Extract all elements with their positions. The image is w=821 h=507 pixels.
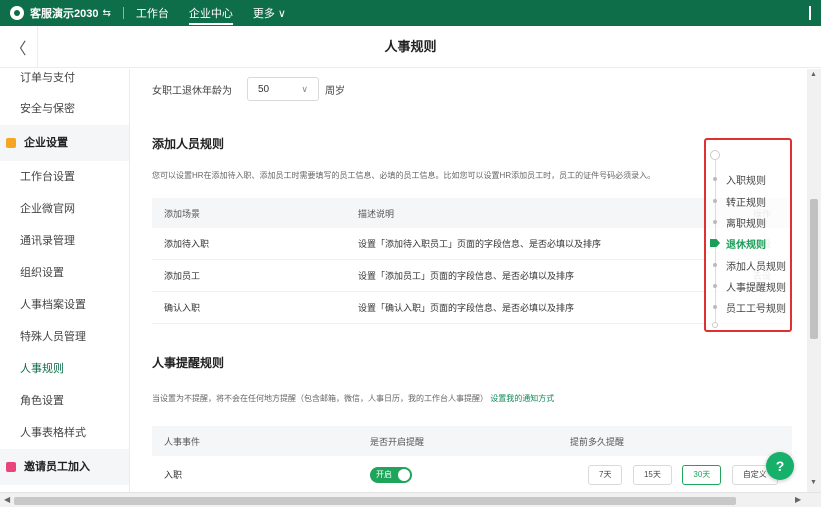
sidebar-item-workbench-settings[interactable]: 工作台设置: [0, 161, 129, 193]
col-event: 人事事件: [164, 436, 201, 447]
table-row: 添加员工 设置「添加员工」页面的字段信息、是否必填以及排序 去设: [152, 260, 792, 292]
anchor-tick: [713, 220, 717, 224]
female-retire-age-row: 女职工退休年龄为 50 ∨ 周岁: [152, 77, 345, 101]
sidebar-item-orders-payment[interactable]: 订单与支付: [0, 69, 129, 93]
desc-cell: 设置「添加待入职员工」页面的字段信息、是否必填以及排序: [358, 239, 602, 249]
anchor-tick: [713, 263, 717, 267]
sidebar-item-hr-form-style[interactable]: 人事表格样式: [0, 417, 129, 449]
desc-cell: 设置「添加员工」页面的字段信息、是否必填以及排序: [358, 271, 575, 281]
scroll-left-icon[interactable]: ◀: [4, 495, 10, 504]
anchor-add-staff-rules[interactable]: 添加人员规则: [726, 258, 786, 273]
anchor-tick: [713, 305, 717, 309]
scroll-down-icon[interactable]: ▼: [810, 479, 817, 486]
sidebar-item-micro-website[interactable]: 企业微官网: [0, 193, 129, 225]
sidebar-item-org-settings[interactable]: 组织设置: [0, 257, 129, 289]
company-name[interactable]: 客服演示2030: [30, 5, 98, 21]
enable-cell: 开启: [370, 466, 588, 483]
anchor-retire-rules[interactable]: 退休规则: [726, 236, 766, 251]
nav-enterprise-center[interactable]: 企业中心: [188, 0, 233, 27]
table-row: 添加待入职 设置「添加待入职员工」页面的字段信息、是否必填以及排序 去设: [152, 228, 792, 260]
switch-company-icon[interactable]: ⇆: [102, 8, 110, 19]
anchor-regular-rules[interactable]: 转正规则: [726, 194, 766, 209]
option-30-days[interactable]: 30天: [682, 464, 722, 485]
reminder-rules-title: 人事提醒规则: [152, 356, 225, 370]
sidebar-item-role-settings[interactable]: 角色设置: [0, 385, 129, 417]
sidebar-item-hr-archive[interactable]: 人事档案设置: [0, 289, 129, 321]
sidebar-item-hr-rules[interactable]: 人事规则: [0, 353, 129, 385]
add-rules-table: 添加场景 描述说明 操作 添加待入职 设置「添加待入职员工」页面的字段信息、是否…: [152, 198, 792, 324]
table-header: 添加场景 描述说明 操作: [152, 198, 792, 228]
reminder-desc-text: 当设置为不提醒，将不会在任何地方提醒（包含邮箱，微信，人事日历，我的工作台人事提…: [152, 394, 488, 403]
page-header: 〈 人事规则: [0, 26, 821, 68]
company-logo-icon: [10, 6, 24, 20]
anchor-reminder-rules[interactable]: 人事提醒规则: [726, 279, 786, 294]
notify-settings-link[interactable]: 设置我的通知方式: [490, 394, 554, 403]
chevron-down-icon: ∨: [301, 83, 308, 94]
sidebar-group-invite-staff[interactable]: 邀请员工加入: [0, 449, 129, 485]
invite-staff-icon: [6, 462, 16, 472]
anchor-tick: [713, 284, 717, 288]
table-row: 入职 开启 7天 15天 30天 自定义: [152, 456, 792, 492]
scroll-up-icon[interactable]: ▲: [810, 71, 817, 78]
col-advance: 提前多久提醒: [570, 436, 625, 447]
sidebar: 订单与支付 安全与保密 企业设置 工作台设置 企业微官网 通讯录管理 组织设置 …: [0, 69, 130, 492]
anchor-staff-number-rules[interactable]: 员工工号规则: [726, 300, 786, 315]
reminder-rules-desc: 当设置为不提醒，将不会在任何地方提醒（包含邮箱，微信，人事日历，我的工作台人事提…: [152, 393, 554, 404]
advance-options: 7天 15天 30天 自定义: [588, 464, 786, 485]
sidebar-item-contacts[interactable]: 通讯录管理: [0, 225, 129, 257]
divider: [122, 7, 124, 19]
nav-workbench[interactable]: 工作台: [136, 0, 169, 27]
reminder-table: 人事事件 是否开启提醒 提前多久提醒 入职 开启 7天 15天 30天 自定义: [152, 426, 792, 492]
sidebar-item-security[interactable]: 安全与保密: [0, 93, 129, 125]
user-menu-icon[interactable]: [809, 6, 817, 20]
sidebar-group-enterprise-settings[interactable]: 企业设置: [0, 125, 129, 161]
scroll-right-icon[interactable]: ▶: [795, 495, 801, 504]
retire-age-label: 女职工退休年龄为: [152, 85, 232, 97]
top-nav-bar: 客服演示2030 ⇆ 工作台 企业中心 更多 ∨: [0, 0, 821, 26]
col-desc: 描述说明: [358, 208, 395, 219]
horizontal-scrollbar[interactable]: ◀ ▶: [0, 492, 821, 507]
scene-cell: 添加待入职: [164, 239, 210, 249]
option-7-days[interactable]: 7天: [588, 464, 623, 485]
add-rules-desc: 您可以设置HR在添加待入职、添加员工时需要填写的员工信息、必填的员工信息。比如您…: [152, 171, 656, 180]
anchor-bottom-dot: [712, 322, 718, 328]
desc-cell: 设置「确认入职」页面的字段信息、是否必填以及排序: [358, 303, 575, 313]
anchor-top-dot: [710, 150, 720, 160]
reminder-toggle[interactable]: 开启: [370, 466, 412, 483]
retire-age-select[interactable]: 50 ∨: [247, 77, 319, 101]
sidebar-item-special-staff[interactable]: 特殊人员管理: [0, 321, 129, 353]
nav-more-menu[interactable]: 更多 ∨: [253, 0, 286, 27]
scene-cell: 确认入职: [164, 303, 201, 313]
enterprise-settings-icon: [6, 138, 16, 148]
add-rules-title: 添加人员规则: [152, 137, 225, 151]
event-cell: 入职: [164, 470, 183, 480]
anchor-active-marker-icon: [710, 239, 720, 247]
sidebar-group-label: 邀请员工加入: [24, 461, 90, 473]
retire-age-value: 50: [258, 83, 270, 95]
horizontal-scroll-thumb[interactable]: [14, 497, 736, 505]
anchor-resign-rules[interactable]: 离职规则: [726, 215, 766, 230]
table-header: 人事事件 是否开启提醒 提前多久提醒: [152, 426, 792, 456]
option-15-days[interactable]: 15天: [632, 464, 672, 485]
retire-age-unit: 周岁: [325, 85, 345, 97]
anchor-tick: [713, 177, 717, 181]
help-button[interactable]: ?: [766, 452, 794, 480]
anchor-onboard-rules[interactable]: 入职规则: [726, 172, 766, 187]
anchor-tick: [713, 199, 717, 203]
col-scene: 添加场景: [164, 208, 201, 219]
anchor-nav: 入职规则 转正规则 离职规则 退休规则 添加人员规则 人事提醒规则 员工工号规则: [704, 138, 792, 332]
vertical-scroll-thumb[interactable]: [810, 199, 818, 339]
page-title: 人事规则: [384, 39, 437, 54]
scene-cell: 添加员工: [164, 271, 201, 281]
table-row: 确认入职 设置「确认入职」页面的字段信息、是否必填以及排序 去设: [152, 292, 792, 324]
vertical-scrollbar[interactable]: ▲ ▼: [807, 69, 821, 492]
sidebar-group-label: 企业设置: [24, 137, 68, 149]
col-enable: 是否开启提醒: [370, 436, 425, 447]
